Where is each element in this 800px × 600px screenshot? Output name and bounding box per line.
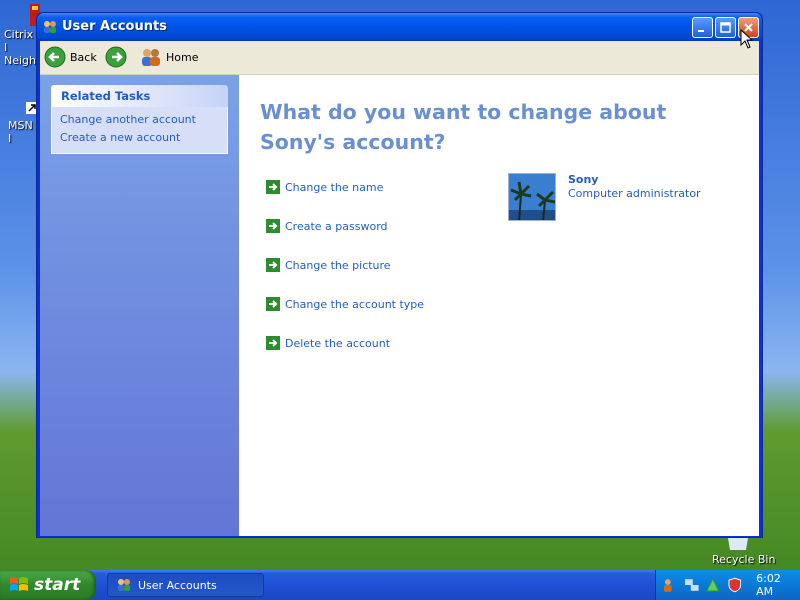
security-shield-icon[interactable] — [727, 577, 743, 593]
desktop-icon-label: Citrix I — [4, 28, 34, 54]
task-sidebar: Related Tasks Change another account Cre… — [40, 75, 239, 536]
wireless-icon[interactable] — [705, 577, 721, 593]
network-icon[interactable] — [684, 577, 700, 593]
change-account-type-link[interactable]: Change the account type — [266, 297, 424, 311]
user-accounts-icon — [118, 579, 130, 591]
recycle-bin-icon — [728, 538, 748, 550]
window-content: Related Tasks Change another account Cre… — [40, 75, 759, 536]
change-name-link[interactable]: Change the name — [266, 180, 383, 194]
maximize-button[interactable] — [715, 17, 736, 38]
change-picture-link[interactable]: Change the picture — [266, 258, 391, 272]
forward-button[interactable] — [105, 45, 127, 69]
users-home-icon — [142, 49, 160, 66]
start-button[interactable]: start — [0, 570, 96, 600]
desktop-icon-recycle-bin[interactable]: Recycle Bin — [712, 538, 792, 566]
back-button[interactable]: Back — [44, 45, 97, 69]
green-arrow-icon — [266, 336, 280, 350]
back-arrow-icon — [44, 46, 66, 68]
desktop-icon-label: Neight — [4, 54, 41, 67]
minimize-icon — [698, 30, 704, 32]
related-tasks-panel: Related Tasks Change another account Cre… — [51, 85, 228, 154]
palm-trees-picture-icon — [509, 174, 555, 220]
action-label: Change the name — [285, 180, 384, 194]
create-password-link[interactable]: Create a password — [266, 219, 388, 233]
taskbar-button-label: User Accounts — [138, 578, 217, 592]
home-label: Home — [166, 50, 199, 64]
account-name: Sony — [568, 173, 599, 186]
mouse-pointer-icon — [740, 29, 754, 49]
home-button[interactable]: Home — [140, 45, 198, 69]
user-accounts-icon — [44, 21, 56, 33]
green-arrow-icon — [266, 219, 280, 233]
account-type: Computer administrator — [568, 187, 701, 200]
action-label: Change the picture — [285, 258, 391, 272]
title-bar[interactable]: User Accounts — [37, 13, 762, 41]
forward-arrow-icon — [105, 46, 127, 68]
taskbar-user-accounts-button[interactable]: User Accounts — [107, 573, 264, 597]
desktop-icon-msn[interactable]: MSN I — [8, 102, 38, 145]
desktop-icon-citrix[interactable]: Citrix I Neight — [4, 4, 41, 67]
green-arrow-icon — [266, 180, 280, 194]
create-new-account-link[interactable]: Create a new account — [60, 131, 227, 144]
back-label: Back — [70, 50, 97, 64]
green-arrow-icon — [266, 258, 280, 272]
change-another-account-link[interactable]: Change another account — [60, 113, 227, 126]
main-panel: What do you want to change about Sony's … — [239, 75, 759, 536]
action-label: Change the account type — [285, 297, 425, 311]
related-tasks-list: Change another account Create a new acco… — [51, 107, 228, 154]
action-label: Create a password — [285, 219, 388, 233]
windows-logo-icon — [10, 577, 28, 591]
taskbar: start User Accounts 6:02 AM — [0, 570, 800, 600]
related-tasks-heading: Related Tasks — [51, 85, 228, 107]
window-title: User Accounts — [62, 19, 167, 34]
desktop-icon-label: Recycle Bin — [712, 553, 776, 566]
green-arrow-icon — [266, 297, 280, 311]
page-title: What do you want to change about Sony's … — [260, 100, 667, 154]
user-accounts-window: User Accounts Back Home Related Tasks Ch… — [36, 12, 763, 538]
clock: 6:02 AM — [756, 572, 781, 598]
start-label: start — [34, 575, 81, 595]
users-tray-icon[interactable] — [662, 577, 678, 593]
account-picture — [508, 173, 556, 221]
maximize-icon — [720, 22, 731, 33]
delete-account-link[interactable]: Delete the account — [266, 336, 390, 350]
system-tray: 6:02 AM — [655, 570, 800, 600]
minimize-button[interactable] — [692, 17, 713, 38]
navigation-toolbar: Back Home — [40, 41, 759, 75]
desktop-icon-label: MSN I — [8, 119, 33, 145]
action-label: Delete the account — [285, 336, 391, 350]
